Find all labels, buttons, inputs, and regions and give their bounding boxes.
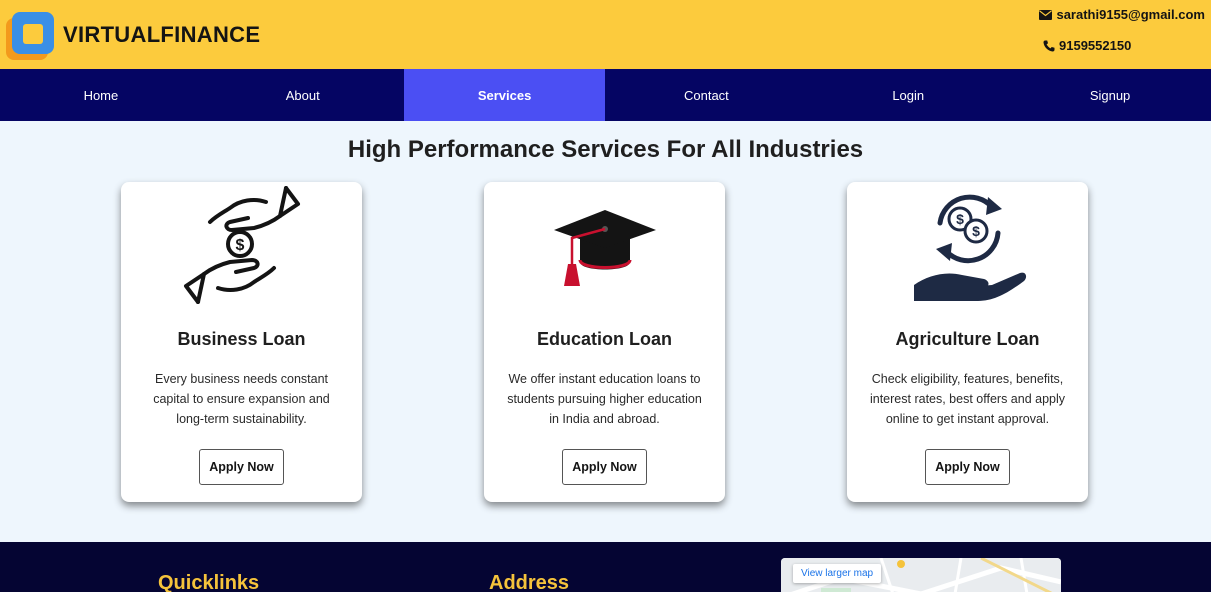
- envelope-icon: [1039, 9, 1053, 20]
- card-description: Every business needs constant capital to…: [153, 372, 330, 426]
- card-description: We offer instant education loans to stud…: [507, 372, 702, 426]
- service-card-education: Education Loan We offer instant educatio…: [484, 182, 725, 502]
- page-title: High Performance Services For All Indust…: [347, 136, 864, 163]
- nav-login[interactable]: Login: [807, 69, 1009, 121]
- nav-signup[interactable]: Signup: [1009, 69, 1211, 121]
- apply-now-button[interactable]: Apply Now: [199, 449, 284, 485]
- nav-contact[interactable]: Contact: [605, 69, 807, 121]
- contact-phone[interactable]: 9159552150: [1043, 38, 1131, 53]
- card-title: Business Loan: [177, 329, 306, 349]
- money-exchange-hand-icon: $ $: [913, 194, 1026, 301]
- money-hands-icon: $: [183, 185, 300, 304]
- brand-name[interactable]: VIRTUALFINANCE: [63, 22, 260, 48]
- view-larger-map-link[interactable]: View larger map: [793, 564, 882, 583]
- embedded-map[interactable]: View larger map: [781, 558, 1061, 592]
- card-title: Agriculture Loan: [895, 329, 1040, 349]
- phone-icon: [1043, 40, 1055, 52]
- footer: Quicklinks Address View larger map: [0, 542, 1211, 592]
- graduation-cap-icon: [553, 209, 656, 286]
- footer-address-heading: Address: [489, 572, 570, 592]
- apply-now-button[interactable]: Apply Now: [562, 449, 647, 485]
- contact-email[interactable]: sarathi9155@gmail.com: [1039, 7, 1205, 22]
- nav-home[interactable]: Home: [0, 69, 202, 121]
- card-description: Check eligibility, features, benefits, i…: [869, 372, 1066, 426]
- service-card-business: $ Business Loan Every business needs con…: [121, 182, 362, 502]
- logo-icon[interactable]: [6, 12, 54, 62]
- top-header: VIRTUALFINANCE sarathi9155@gmail.com 915…: [0, 0, 1211, 69]
- svg-text:$: $: [956, 211, 964, 227]
- svg-text:$: $: [235, 237, 244, 254]
- phone-text: 9159552150: [1059, 38, 1132, 53]
- email-text: sarathi9155@gmail.com: [1056, 7, 1205, 22]
- card-title: Education Loan: [537, 329, 672, 349]
- service-card-agriculture: $ $ Agriculture Loan Check eligibility, …: [847, 182, 1088, 502]
- main-nav: Home About Services Contact Login Signup: [0, 69, 1211, 121]
- nav-services[interactable]: Services: [403, 69, 606, 121]
- footer-quicklinks-heading: Quicklinks: [158, 572, 260, 592]
- nav-about[interactable]: About: [202, 69, 404, 121]
- svg-text:$: $: [972, 223, 980, 239]
- apply-now-button[interactable]: Apply Now: [925, 449, 1010, 485]
